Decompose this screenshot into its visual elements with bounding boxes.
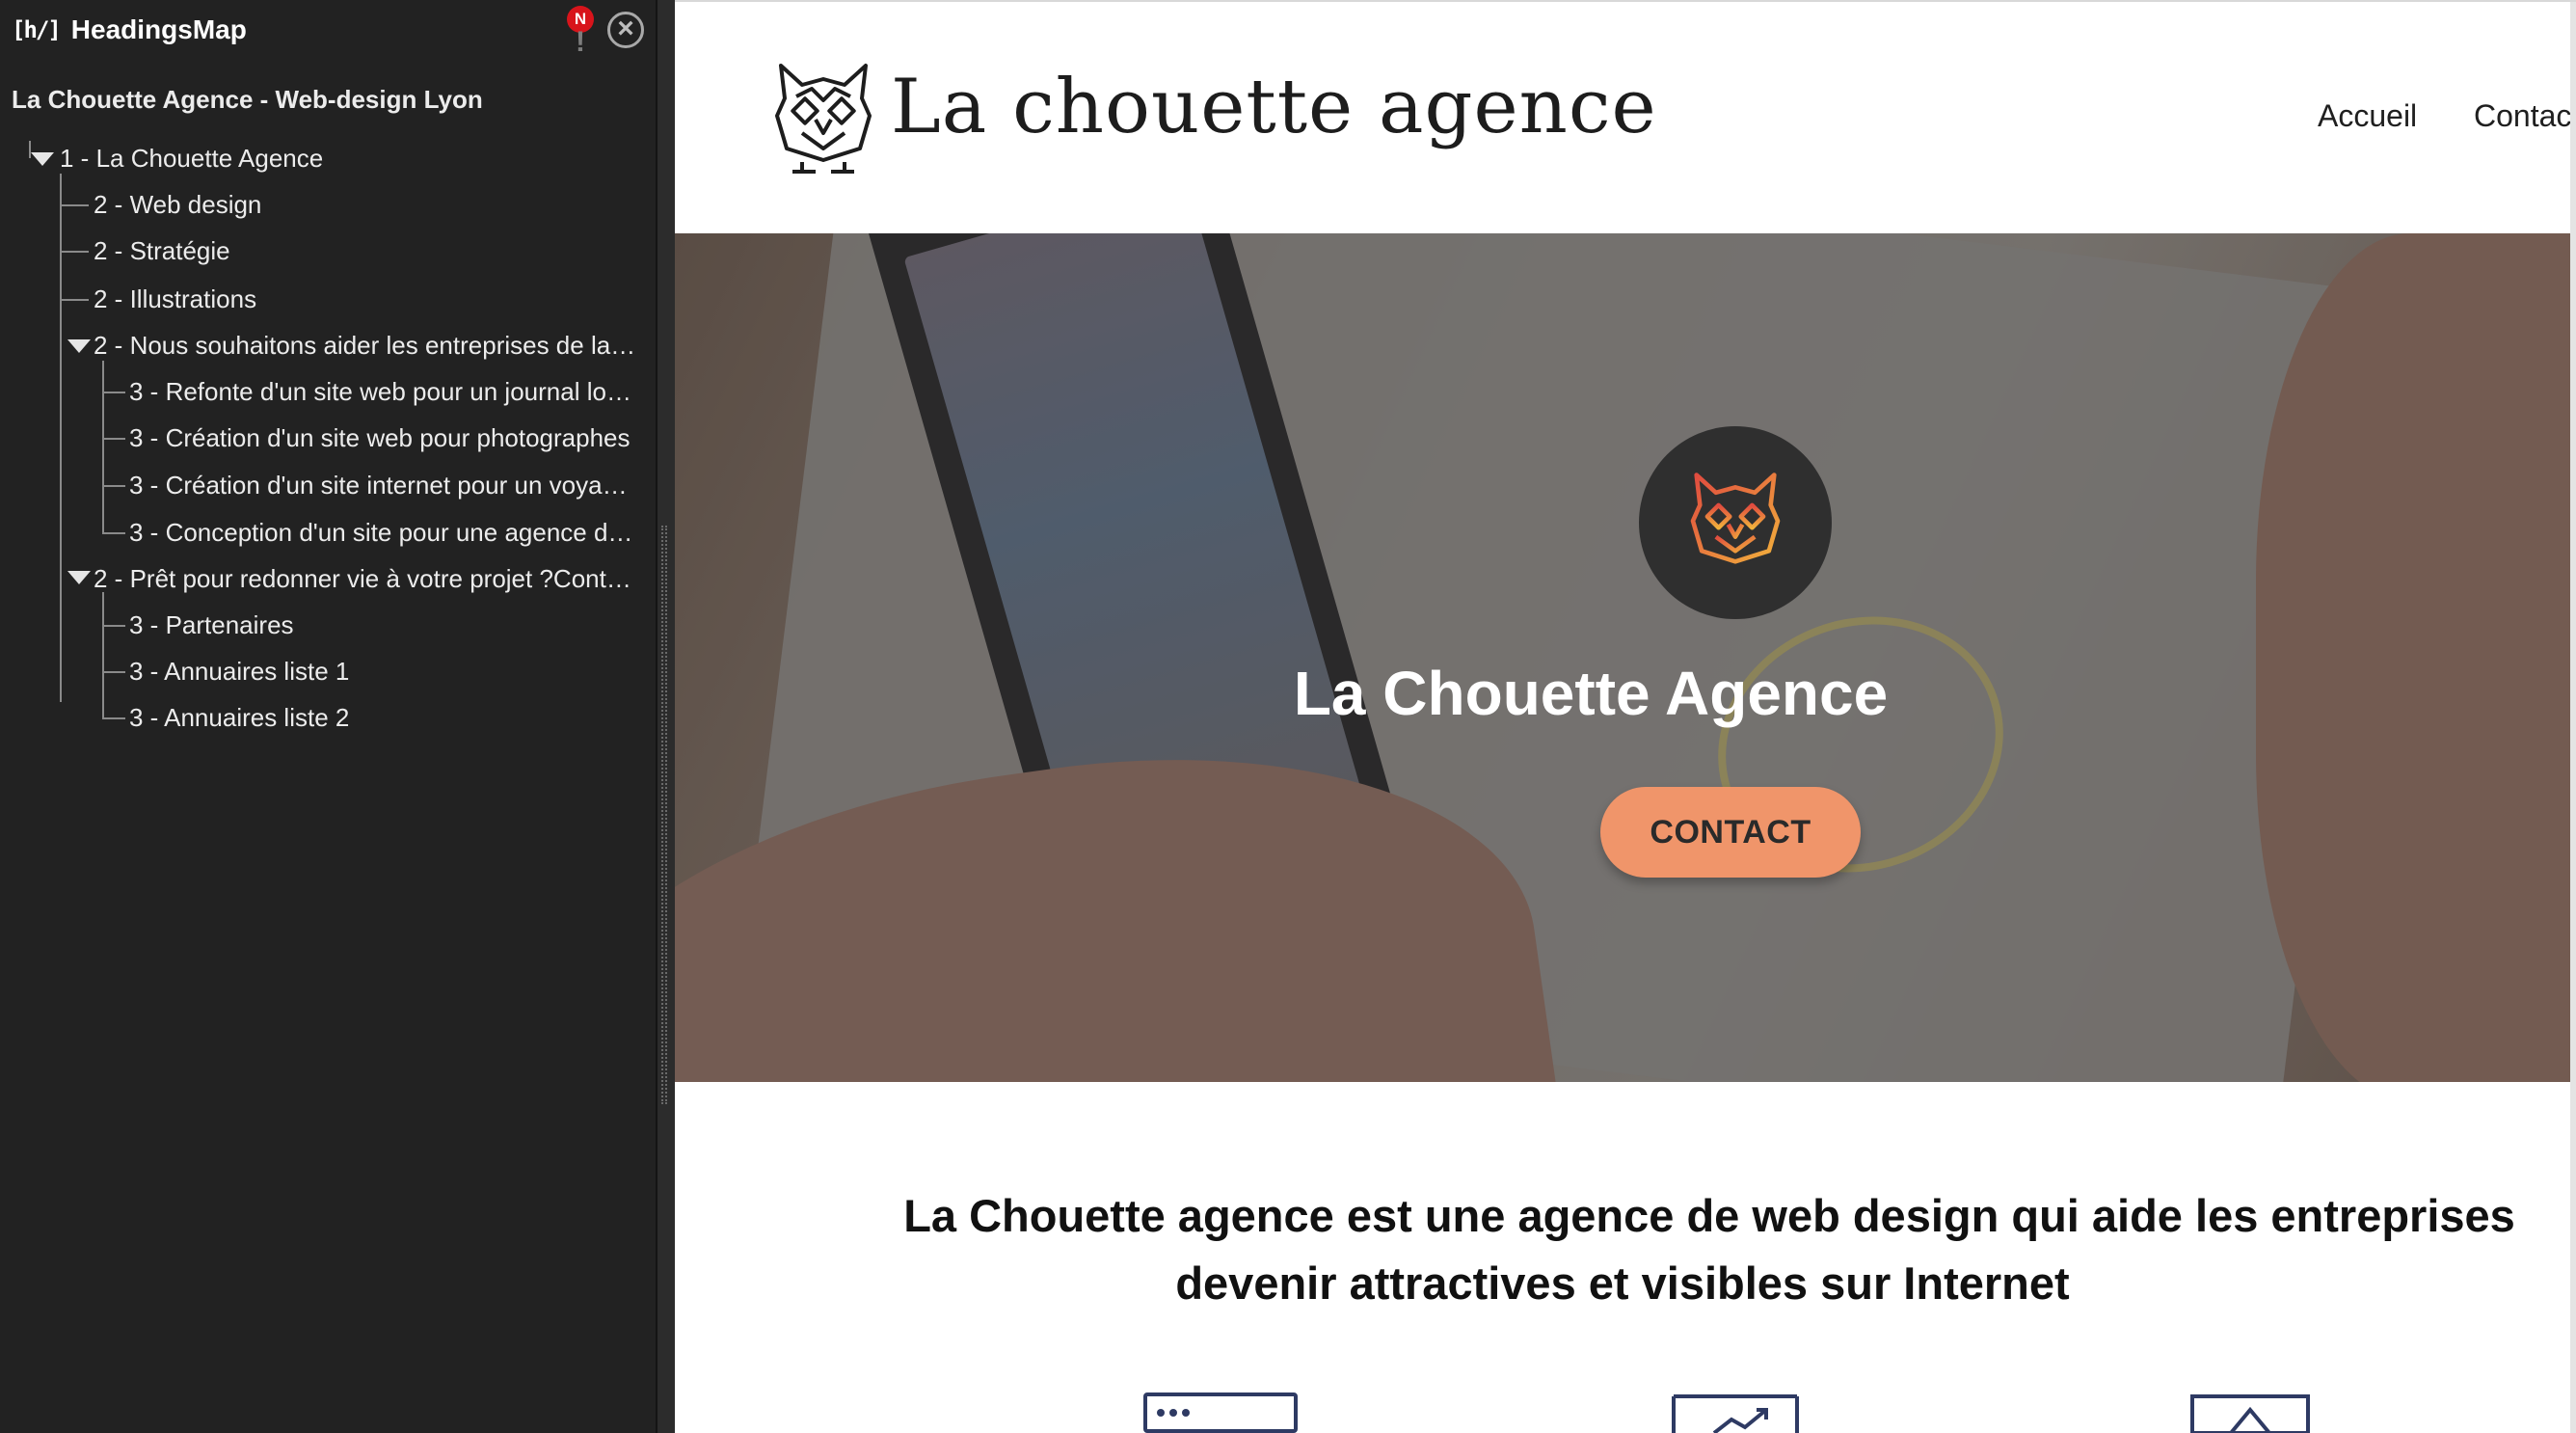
heading-item-h3[interactable]: 3 - Partenaires [129, 606, 648, 644]
heading-item-h2[interactable]: 2 - Web design [94, 185, 643, 224]
chart-growth-icon [1672, 1394, 1799, 1433]
heading-item-h3[interactable]: 3 - Création d'un site web pour photogra… [129, 419, 648, 457]
page-edge [2570, 0, 2576, 1433]
heading-item-h3[interactable]: 3 - Refonte d'un site web pour un journa… [129, 372, 648, 411]
hero-section: La Chouette Agence CONTACT [675, 233, 2570, 1082]
collapse-triangle-icon[interactable] [67, 571, 91, 584]
heading-item-h2[interactable]: 2 - Stratégie [94, 231, 643, 270]
page-top-border [675, 0, 2576, 2]
collapse-triangle-icon[interactable] [67, 339, 91, 353]
intro-heading: La Chouette agence est une agence de web… [675, 1182, 2570, 1317]
contact-button[interactable]: CONTACT [1600, 787, 1861, 878]
brand-name[interactable]: La chouette agence [891, 64, 1657, 150]
heading-item-h2[interactable]: 2 - Illustrations [94, 280, 643, 318]
owl-logo-icon[interactable] [773, 60, 873, 176]
intro-line-2: devenir attractives et visibles sur Inte… [1175, 1257, 2070, 1309]
heading-item-h1[interactable]: 1 - La Chouette Agence [60, 139, 638, 177]
heading-item-h3[interactable]: 3 - Annuaires liste 2 [129, 698, 648, 737]
intro-line-1: La Chouette agence est une agence de web… [903, 1190, 2515, 1241]
nav-contact[interactable]: Contac [2474, 98, 2571, 134]
nav-accueil[interactable]: Accueil [2318, 98, 2417, 134]
site-header: La chouette agence Accueil Contac [675, 0, 2576, 233]
hero-owl-badge [1639, 426, 1832, 619]
collapse-triangle-icon[interactable] [31, 152, 54, 166]
heading-item-h2[interactable]: 2 - Prêt pour redonner vie à votre proje… [94, 559, 648, 598]
pen-tool-icon [2190, 1394, 2310, 1433]
resize-grip[interactable] [661, 526, 667, 1104]
heading-item-h2[interactable]: 2 - Nous souhaitons aider les entreprise… [94, 326, 648, 365]
heading-tree: 1 - La Chouette Agence 2 - Web design 2 … [0, 0, 656, 1433]
heading-item-h3[interactable]: 3 - Annuaires liste 1 [129, 652, 648, 690]
heading-item-h3[interactable]: 3 - Conception d'un site pour une agence… [129, 513, 648, 552]
heading-item-h3[interactable]: 3 - Création d'un site internet pour un … [129, 466, 648, 504]
hero-title: La Chouette Agence [1293, 659, 1889, 728]
headingsmap-panel: [h/] HeadingsMap N ! × La Chouette Agenc… [0, 0, 656, 1433]
website-viewport: La chouette agence Accueil Contac La Cho… [675, 0, 2576, 1433]
owl-logo-icon [1690, 473, 1781, 573]
browser-window-icon [1143, 1392, 1298, 1433]
